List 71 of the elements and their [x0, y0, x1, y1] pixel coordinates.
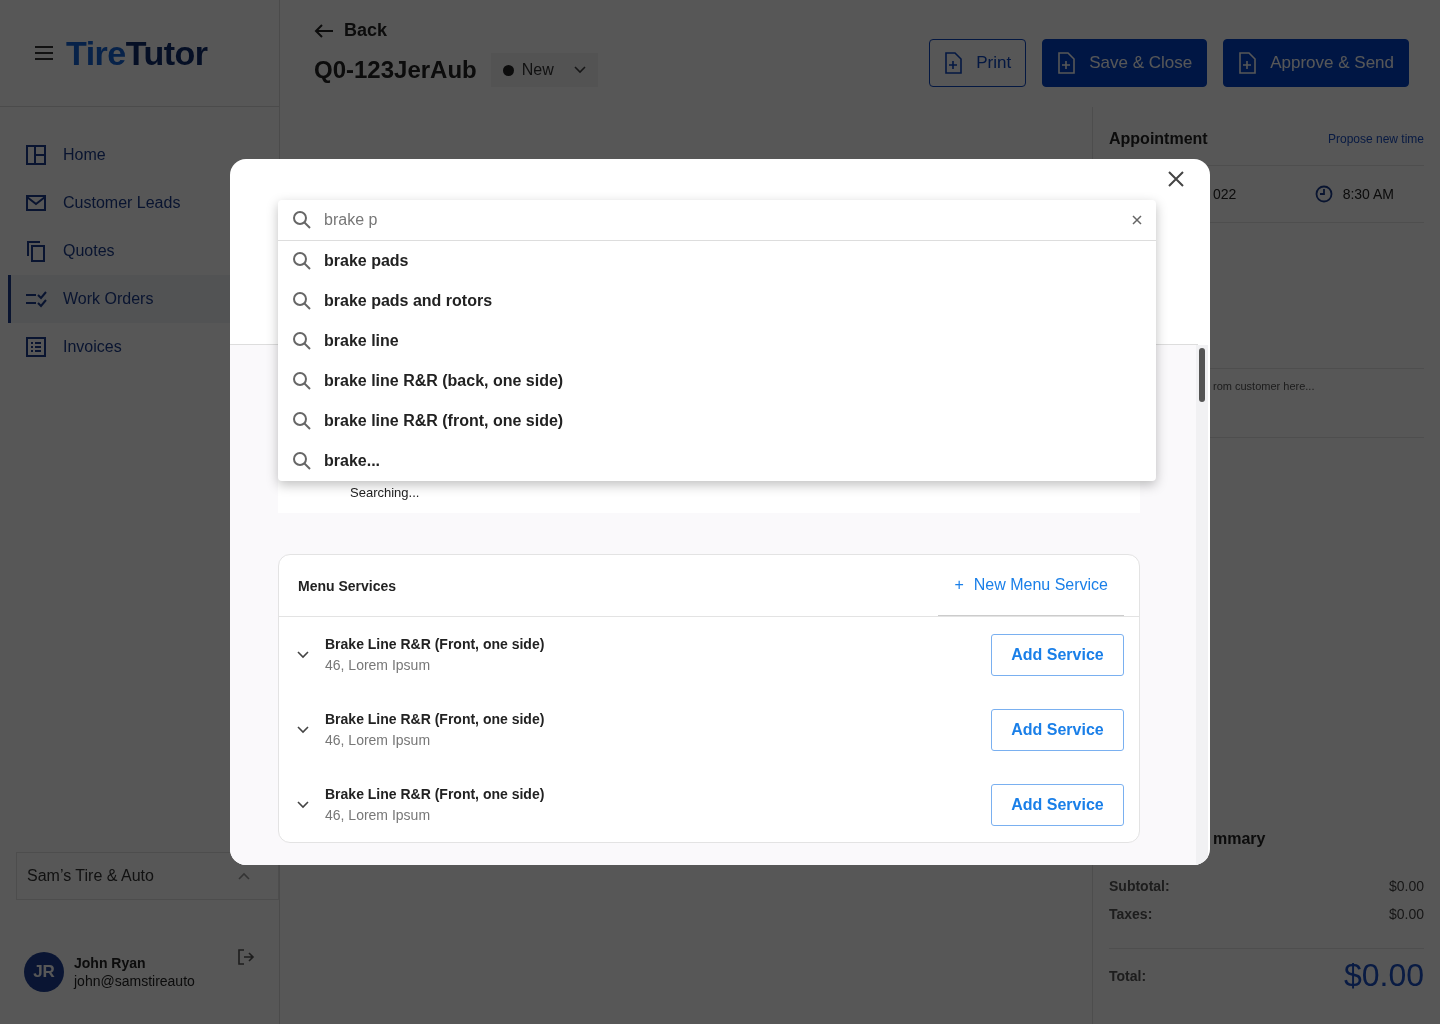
summary-value: $0.00 — [1388, 906, 1424, 922]
menu-icon[interactable] — [34, 46, 54, 60]
new-menu-service-link[interactable]: + New Menu Service — [938, 555, 1124, 616]
clear-icon[interactable] — [1132, 215, 1142, 225]
summary-label: Subtotal: — [1109, 878, 1170, 894]
total-value: $0.00 — [1343, 957, 1424, 994]
search-icon — [292, 291, 312, 311]
user-name: John Ryan — [74, 955, 147, 971]
nav-item[interactable]: Home — [8, 131, 279, 179]
service-details: 46, Lorem Ipsum — [325, 807, 432, 823]
search-icon — [292, 371, 312, 391]
action-button[interactable]: Print — [929, 38, 1027, 87]
search-icon — [292, 411, 312, 431]
close-icon[interactable] — [1168, 171, 1184, 187]
propose-time-link[interactable]: Propose new time — [1327, 132, 1424, 146]
add-service-button[interactable]: Add Service — [991, 708, 1124, 751]
suggestion-item[interactable]: brake line — [278, 321, 1156, 361]
layout-icon — [25, 144, 47, 166]
appointment-title: Appointment — [1109, 130, 1208, 148]
arrow-left-icon — [314, 22, 334, 39]
back-link[interactable]: Back — [314, 20, 388, 41]
file-plus-icon — [944, 51, 963, 74]
service-title: Brake Line R&R (Front, one side) — [325, 711, 546, 727]
file-plus-icon — [1057, 51, 1076, 74]
scrollbar-thumb[interactable] — [1199, 348, 1205, 402]
total-label: Total: — [1109, 967, 1147, 984]
chevron-down-icon[interactable] — [297, 725, 309, 734]
service-details: 46, Lorem Ipsum — [325, 657, 432, 673]
chevron-down-icon — [573, 66, 586, 74]
nav-item[interactable]: Quotes — [8, 227, 279, 275]
searching-text: Searching... — [350, 485, 420, 500]
action-button[interactable]: Approve & Send — [1223, 38, 1409, 87]
summary-label: Taxes: — [1109, 906, 1153, 922]
notes-field[interactable]: rom customer here... — [1213, 380, 1315, 392]
service-title: Brake Line R&R (Front, one side) — [325, 636, 546, 652]
appointment-date: 022 — [1213, 186, 1237, 202]
add-service-button[interactable]: Add Service — [991, 633, 1124, 676]
search-icon — [292, 331, 312, 351]
user-email: john@samstireauto — [74, 973, 196, 989]
avatar: JR — [24, 952, 64, 992]
suggestion-item[interactable]: brake... — [278, 441, 1156, 481]
suggestion-item[interactable]: brake pads and rotors — [278, 281, 1156, 321]
file-plus-icon — [1238, 51, 1257, 74]
suggestion-item[interactable]: brake pads — [278, 241, 1156, 281]
suggestion-item[interactable]: brake line R&R (back, one side) — [278, 361, 1156, 401]
copy-icon — [25, 240, 47, 262]
service-title: Brake Line R&R (Front, one side) — [325, 786, 546, 802]
clock-icon — [1314, 185, 1333, 203]
search-icon — [292, 451, 312, 471]
search-icon — [292, 210, 312, 230]
service-details: 46, Lorem Ipsum — [325, 732, 432, 748]
logo: TireTutor — [66, 33, 208, 73]
quote-title: Q0-123JerAub — [314, 56, 477, 84]
list-icon — [25, 336, 47, 358]
status-dropdown[interactable]: New — [490, 53, 598, 87]
summary-value: $0.00 — [1388, 878, 1424, 894]
chevron-down-icon[interactable] — [297, 800, 309, 809]
action-button[interactable]: Save & Close — [1042, 38, 1208, 87]
search-icon — [292, 251, 312, 271]
shop-selector[interactable]: Sam’s Tire & Auto — [16, 852, 279, 900]
menu-services-title: Menu Services — [298, 577, 397, 594]
search-field[interactable]: brake p — [278, 200, 1156, 241]
summary-title: mmary — [1213, 830, 1267, 848]
nav-item[interactable]: Invoices — [8, 323, 279, 371]
mail-icon — [25, 192, 47, 214]
chevron-down-icon[interactable] — [297, 650, 309, 659]
nav-item[interactable]: Customer Leads — [8, 179, 279, 227]
caret-icon — [238, 872, 250, 880]
suggestion-item[interactable]: brake line R&R (front, one side) — [278, 401, 1156, 441]
add-service-button[interactable]: Add Service — [991, 783, 1124, 826]
appointment-time: 8:30 AM — [1314, 185, 1394, 203]
